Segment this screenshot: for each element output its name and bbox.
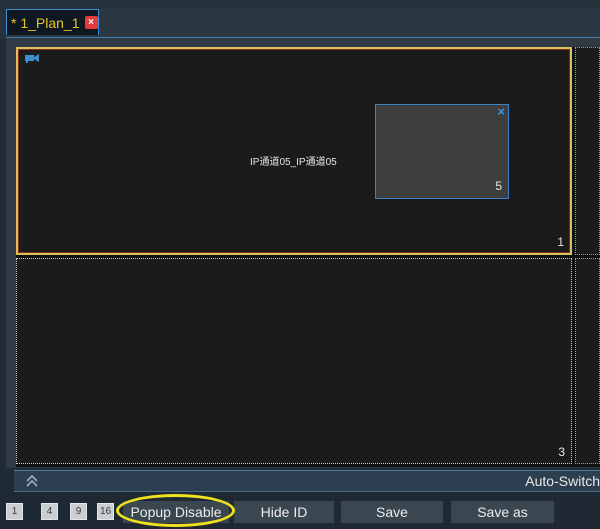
hide-id-button[interactable]: Hide ID bbox=[234, 501, 334, 523]
popup-number: 5 bbox=[495, 179, 502, 193]
popup-disable-button[interactable]: Popup Disable bbox=[123, 501, 229, 523]
cell-number: 1 bbox=[557, 235, 564, 249]
tab-plan-1[interactable]: * 1_Plan_1 × bbox=[6, 9, 99, 35]
tab-close-icon[interactable]: × bbox=[84, 16, 98, 29]
cell-number: 3 bbox=[558, 445, 565, 459]
auto-switch-label[interactable]: Auto-Switch bbox=[525, 473, 600, 489]
video-cell-4[interactable] bbox=[575, 258, 600, 464]
split-1-button[interactable]: 1 bbox=[6, 503, 23, 520]
video-cell-2[interactable] bbox=[575, 47, 600, 255]
channel-label: IP通道05_IP通道05 bbox=[250, 157, 337, 168]
video-cell-1[interactable]: IP通道05_IP通道05 × 5 1 bbox=[16, 47, 572, 255]
tab-label: * 1_Plan_1 bbox=[11, 14, 80, 31]
bottom-toolbar: 1 4 9 16 Popup Disable Hide ID Save Save… bbox=[0, 493, 600, 529]
double-chevron-up-icon[interactable] bbox=[25, 474, 39, 488]
video-cell-3[interactable]: 3 bbox=[16, 258, 572, 464]
camera-icon bbox=[25, 54, 39, 63]
popup-window[interactable]: × 5 bbox=[375, 104, 509, 199]
popup-close-icon[interactable]: × bbox=[497, 105, 505, 119]
save-as-button[interactable]: Save as bbox=[451, 501, 554, 523]
view-workspace: IP通道05_IP通道05 × 5 1 3 bbox=[6, 38, 600, 468]
split-4-button[interactable]: 4 bbox=[41, 503, 58, 520]
split-9-button[interactable]: 9 bbox=[70, 503, 87, 520]
video-grid: IP通道05_IP通道05 × 5 1 3 bbox=[16, 47, 600, 467]
tab-strip: * 1_Plan_1 × bbox=[6, 9, 600, 38]
auto-switch-bar: Auto-Switch bbox=[14, 470, 600, 492]
split-16-button[interactable]: 16 bbox=[97, 503, 114, 520]
save-button[interactable]: Save bbox=[341, 501, 443, 523]
